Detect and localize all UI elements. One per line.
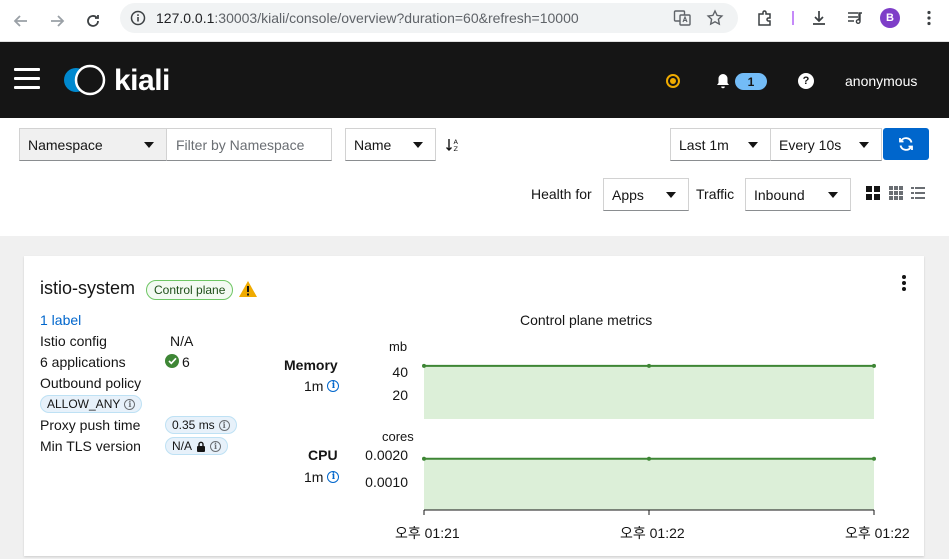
site-info-icon[interactable] <box>130 10 146 29</box>
sort-field-value: Name <box>354 136 392 153</box>
user-menu[interactable]: anonymous <box>845 73 917 89</box>
chevron-down-icon <box>144 142 154 148</box>
expand-view-icon[interactable] <box>866 186 880 203</box>
cpu-data-point[interactable] <box>647 456 651 461</box>
refresh-button[interactable] <box>883 128 929 160</box>
duration-select[interactable]: Last 1m <box>670 128 771 161</box>
health-for-label: Health for <box>531 186 592 202</box>
health-for-select[interactable]: Apps <box>603 178 689 211</box>
profile-avatar[interactable]: B <box>880 8 900 28</box>
download-icon[interactable] <box>810 9 828 27</box>
compact-view-icon[interactable] <box>889 186 903 203</box>
namespace-filter-placeholder: Filter by Namespace <box>176 136 305 153</box>
bell-icon[interactable] <box>716 73 730 92</box>
chevron-down-icon <box>828 192 838 198</box>
namespace-card: istio-system Control plane 1 label Istio… <box>24 256 924 556</box>
memory-data-point[interactable] <box>872 363 876 368</box>
forward-icon[interactable] <box>45 9 69 33</box>
chevron-down-icon <box>748 142 758 148</box>
memory-area <box>424 365 874 419</box>
hamburger-menu-icon[interactable] <box>14 68 40 90</box>
cpu-data-point[interactable] <box>422 456 426 461</box>
cpu-area <box>424 458 874 510</box>
cpu-y-tick: 0.0020 <box>365 447 408 463</box>
memory-data-point[interactable] <box>647 363 651 368</box>
toolbar-divider <box>792 11 794 25</box>
filter-toolbar: Namespace Filter by Namespace Name AZ La… <box>0 118 949 236</box>
sort-field-select[interactable]: Name <box>345 128 436 161</box>
memory-y-tick: 40 <box>392 364 408 380</box>
filter-type-value: Namespace <box>28 136 103 153</box>
svg-text:Z: Z <box>454 145 459 153</box>
x-axis-tick-label: 오후 01:21 <box>395 525 460 541</box>
traffic-direction-select[interactable]: Inbound <box>745 178 851 211</box>
filter-type-select[interactable]: Namespace <box>19 128 167 161</box>
cluster-status-icon[interactable] <box>666 74 680 88</box>
cpu-data-point[interactable] <box>872 456 876 461</box>
cpu-y-tick: 0.0010 <box>365 474 408 490</box>
bookmark-star-icon[interactable] <box>706 9 724 30</box>
x-axis-tick-label: 오후 01:22 <box>620 525 685 541</box>
reload-icon[interactable] <box>81 9 105 33</box>
duration-value: Last 1m <box>679 136 729 153</box>
url-path: :30003/kiali/console/overview?duration=6… <box>214 10 579 26</box>
control-plane-chart <box>422 363 876 515</box>
url-text: 127.0.0.1:30003/kiali/console/overview?d… <box>156 10 579 26</box>
url-host: 127.0.0.1 <box>156 10 215 26</box>
notification-badge[interactable]: 1 <box>735 73 767 90</box>
traffic-label: Traffic <box>696 186 735 202</box>
refresh-interval-select[interactable]: Every 10s <box>770 128 882 161</box>
masthead: kiali 1 ? anonymous <box>0 42 949 118</box>
x-axis-tick-label: 오후 01:22 <box>845 525 910 541</box>
sort-direction-icon[interactable]: AZ <box>445 137 461 156</box>
namespace-filter-input[interactable]: Filter by Namespace <box>166 128 332 161</box>
chevron-down-icon <box>859 142 869 148</box>
logo-text: kiali <box>114 64 170 97</box>
media-controls-icon[interactable] <box>846 9 864 27</box>
chevron-down-icon <box>666 192 676 198</box>
translate-icon[interactable] <box>673 9 691 30</box>
back-icon[interactable] <box>9 9 33 33</box>
memory-y-tick: 20 <box>392 387 408 403</box>
browser-toolbar: 127.0.0.1:30003/kiali/console/overview?d… <box>0 0 949 42</box>
kiali-logo-icon <box>62 64 110 99</box>
address-bar[interactable]: 127.0.0.1:30003/kiali/console/overview?d… <box>120 3 738 33</box>
health-for-value: Apps <box>612 186 644 203</box>
refresh-interval-value: Every 10s <box>779 136 842 153</box>
chevron-down-icon <box>413 142 423 148</box>
extensions-icon[interactable] <box>756 9 774 27</box>
browser-menu-icon[interactable] <box>920 9 938 27</box>
list-view-icon[interactable] <box>911 186 925 203</box>
help-icon[interactable]: ? <box>798 73 814 89</box>
memory-data-point[interactable] <box>422 363 426 368</box>
traffic-direction-value: Inbound <box>754 186 805 203</box>
sync-icon <box>899 137 913 151</box>
